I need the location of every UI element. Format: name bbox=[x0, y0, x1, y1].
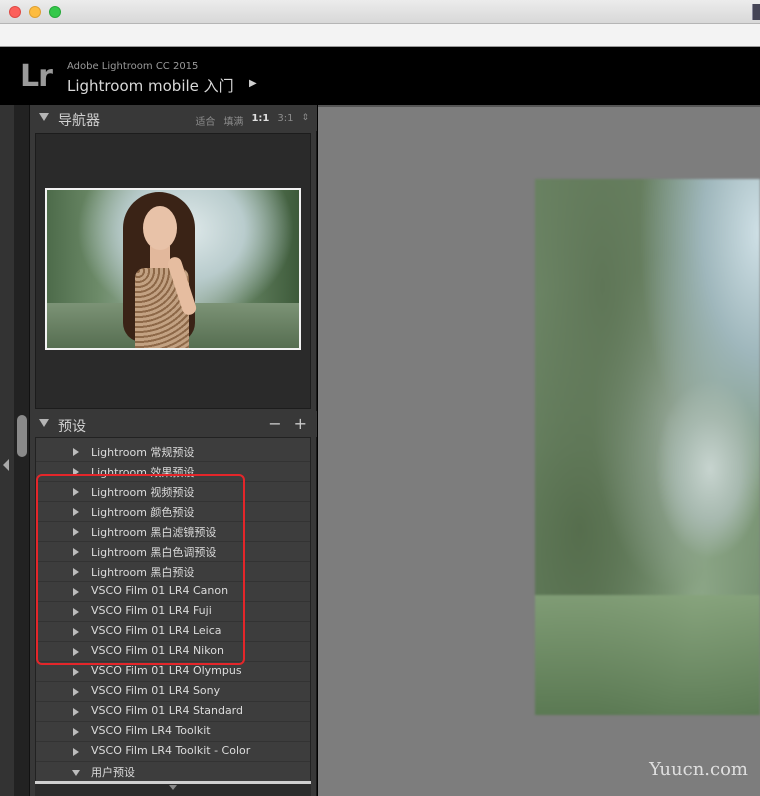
lightroom-logo-icon: Lr bbox=[20, 59, 53, 94]
preset-folder[interactable]: VSCO Film 01 LR4 Leica bbox=[36, 622, 310, 642]
presets-list: Lightroom 常规预设 Lightroom 效果预设 Lightroom 视频… bbox=[35, 437, 311, 789]
preset-folder-label: VSCO Film LR4 Toolkit bbox=[91, 724, 211, 737]
preset-folder-label: VSCO Film 01 LR4 Leica bbox=[91, 624, 222, 637]
disclosure-collapsed-icon[interactable] bbox=[73, 688, 79, 696]
app-name: Adobe Lightroom CC 2015 bbox=[67, 61, 199, 72]
disclosure-collapsed-icon[interactable] bbox=[73, 448, 79, 456]
preset-folder-label: 用户预设 bbox=[91, 766, 135, 779]
navigator-header[interactable]: 导航器 适合 填满 1:1 3:1 ⇕ bbox=[30, 105, 317, 131]
preset-folder-label: VSCO Film 01 LR4 Standard bbox=[91, 704, 243, 717]
preset-folder-label: VSCO Film 01 LR4 Nikon bbox=[91, 644, 224, 657]
zoom-3-1-option[interactable]: 3:1 bbox=[277, 113, 293, 128]
disclosure-collapsed-icon[interactable] bbox=[73, 508, 79, 516]
preset-folder[interactable]: VSCO Film 01 LR4 Olympus bbox=[36, 662, 310, 682]
preset-folder[interactable]: Lightroom 颜色预设 bbox=[36, 502, 310, 522]
preset-folder[interactable]: VSCO Film 01 LR4 Fuji bbox=[36, 602, 310, 622]
disclosure-collapsed-icon[interactable] bbox=[73, 648, 79, 656]
loupe-view[interactable]: Yuucn.com bbox=[318, 105, 760, 796]
preset-folder-label: VSCO Film 01 LR4 Olympus bbox=[91, 664, 242, 677]
preset-folder[interactable]: VSCO Film 01 LR4 Nikon bbox=[36, 642, 310, 662]
preset-folder[interactable]: Lightroom 黑白滤镜预设 bbox=[36, 522, 310, 542]
thumb-figure-face bbox=[143, 206, 177, 250]
navigator-disclosure-icon[interactable] bbox=[39, 113, 49, 121]
zoom-window-button[interactable] bbox=[49, 6, 61, 18]
disclosure-collapsed-icon[interactable] bbox=[73, 488, 79, 496]
disclosure-collapsed-icon[interactable] bbox=[73, 748, 79, 756]
disclosure-collapsed-icon[interactable] bbox=[73, 568, 79, 576]
presets-disclosure-icon[interactable] bbox=[39, 419, 49, 427]
disclosure-collapsed-icon[interactable] bbox=[73, 708, 79, 716]
preset-folder-label: VSCO Film 01 LR4 Fuji bbox=[91, 604, 212, 617]
preset-folder[interactable]: Lightroom 黑白预设 bbox=[36, 562, 310, 582]
disclosure-collapsed-icon[interactable] bbox=[73, 628, 79, 636]
preset-folder-label: Lightroom 黑白色调预设 bbox=[91, 546, 217, 559]
left-panel: 导航器 适合 填满 1:1 3:1 ⇕ 预设 − + Lightroom 常规预… bbox=[30, 105, 317, 796]
preset-folder-label: Lightroom 黑白滤镜预设 bbox=[91, 526, 217, 539]
disclosure-collapsed-icon[interactable] bbox=[73, 528, 79, 536]
disclosure-collapsed-icon[interactable] bbox=[73, 588, 79, 596]
preset-folder[interactable]: VSCO Film 01 LR4 Sony bbox=[36, 682, 310, 702]
preset-folder-label: Lightroom 常规预设 bbox=[91, 446, 195, 459]
preset-folder-list: Lightroom 常规预设 Lightroom 效果预设 Lightroom 视频… bbox=[36, 442, 310, 782]
expand-down-icon[interactable] bbox=[169, 785, 177, 790]
presets-header[interactable]: 预设 − + bbox=[30, 411, 317, 437]
navigator-zoom-options: 适合 填满 1:1 3:1 ⇕ bbox=[195, 113, 309, 128]
navigator-title: 导航器 bbox=[58, 113, 100, 129]
preset-folder[interactable]: Lightroom 黑白色调预设 bbox=[36, 542, 310, 562]
photo-mist bbox=[655, 379, 760, 559]
left-panel-toggle-strip[interactable] bbox=[0, 105, 14, 796]
disclosure-collapsed-icon[interactable] bbox=[73, 468, 79, 476]
preset-folder[interactable]: 用户预设 bbox=[36, 762, 310, 782]
preset-folder[interactable]: VSCO Film LR4 Toolkit - Color bbox=[36, 742, 310, 762]
preset-folder[interactable]: Lightroom 常规预设 bbox=[36, 442, 310, 462]
zoom-1-1-option[interactable]: 1:1 bbox=[251, 113, 269, 128]
window-titlebar bbox=[0, 0, 760, 24]
disclosure-collapsed-icon[interactable] bbox=[73, 728, 79, 736]
module-title[interactable]: Lightroom mobile 入门 bbox=[67, 75, 234, 96]
preset-folder-label: Lightroom 颜色预设 bbox=[91, 506, 195, 519]
presets-title: 预设 bbox=[58, 419, 86, 435]
app-icon bbox=[752, 4, 760, 20]
preset-folder-label: VSCO Film 01 LR4 Sony bbox=[91, 684, 221, 697]
preset-folder-label: Lightroom 视频预设 bbox=[91, 486, 195, 499]
play-arrow-icon[interactable]: ▶ bbox=[249, 78, 257, 89]
left-panel-footer bbox=[35, 781, 311, 796]
zoom-fill-option[interactable]: 填满 bbox=[223, 113, 243, 128]
preset-folder[interactable]: Lightroom 视频预设 bbox=[36, 482, 310, 502]
identity-plate: Lr Adobe Lightroom CC 2015 Lightroom mob… bbox=[0, 47, 760, 105]
disclosure-collapsed-icon[interactable] bbox=[73, 668, 79, 676]
photo-grass bbox=[535, 595, 760, 715]
close-window-button[interactable] bbox=[9, 6, 21, 18]
watermark: Yuucn.com bbox=[649, 759, 748, 780]
presets-actions: − + bbox=[268, 414, 307, 433]
remove-preset-button[interactable]: − bbox=[268, 414, 281, 433]
collapse-left-panel-icon[interactable] bbox=[3, 459, 9, 471]
zoom-fit-option[interactable]: 适合 bbox=[195, 113, 215, 128]
left-panel-scrollbar-thumb[interactable] bbox=[17, 415, 27, 457]
add-preset-button[interactable]: + bbox=[294, 414, 307, 433]
zoom-stepper-icon[interactable]: ⇕ bbox=[301, 113, 309, 128]
minimize-window-button[interactable] bbox=[29, 6, 41, 18]
disclosure-collapsed-icon[interactable] bbox=[73, 608, 79, 616]
preset-folder[interactable]: Lightroom 效果预设 bbox=[36, 462, 310, 482]
preset-folder[interactable]: VSCO Film 01 LR4 Canon bbox=[36, 582, 310, 602]
preset-folder-label: Lightroom 效果预设 bbox=[91, 466, 195, 479]
preset-folder-label: Lightroom 黑白预设 bbox=[91, 566, 195, 579]
main-photo[interactable] bbox=[535, 179, 760, 715]
navigator-preview[interactable] bbox=[35, 133, 311, 409]
window-toolbar bbox=[0, 24, 760, 47]
preset-folder-label: VSCO Film 01 LR4 Canon bbox=[91, 584, 229, 597]
disclosure-expanded-icon[interactable] bbox=[72, 770, 80, 776]
preset-folder[interactable]: VSCO Film LR4 Toolkit bbox=[36, 722, 310, 742]
preset-folder[interactable]: VSCO Film 01 LR4 Standard bbox=[36, 702, 310, 722]
disclosure-collapsed-icon[interactable] bbox=[73, 548, 79, 556]
navigator-thumbnail[interactable] bbox=[45, 188, 301, 350]
preset-folder-label: VSCO Film LR4 Toolkit - Color bbox=[91, 744, 251, 757]
